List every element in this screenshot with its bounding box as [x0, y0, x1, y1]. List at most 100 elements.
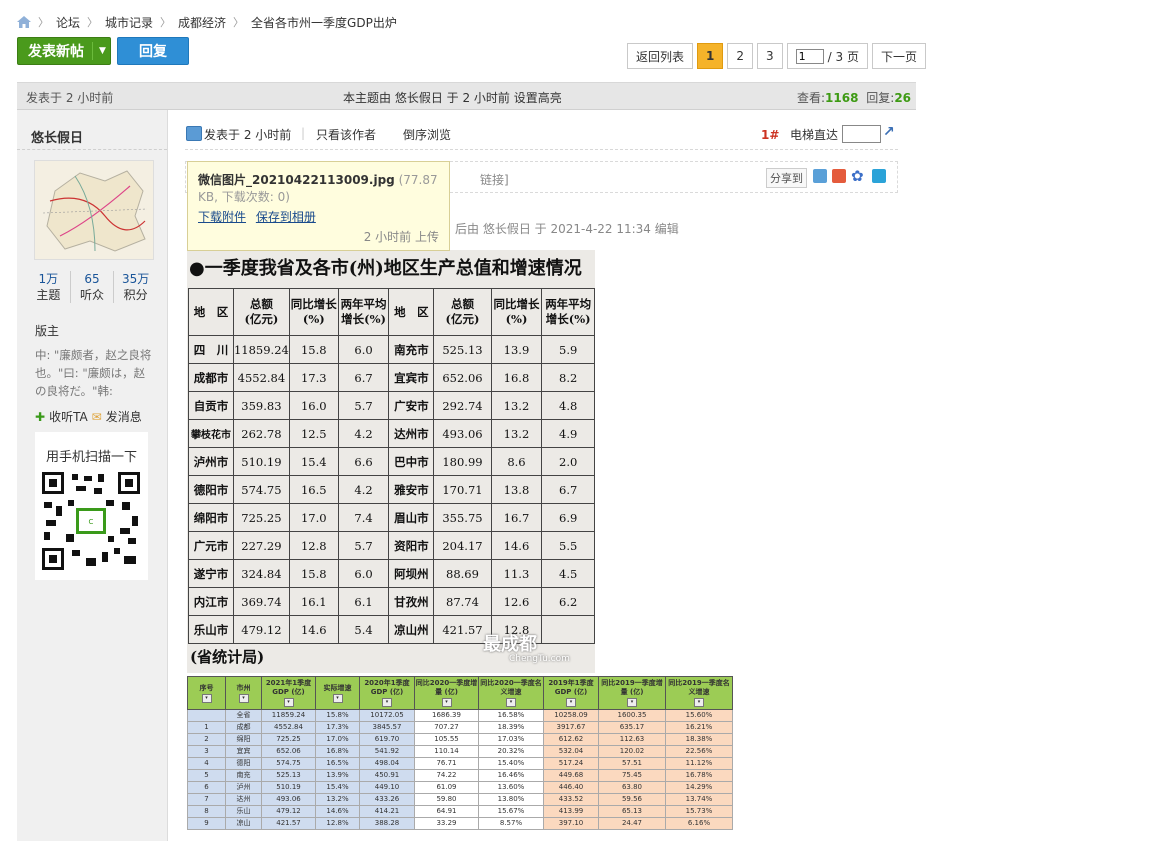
- pagination: 返回列表 1 2 3 / 3 页 下一页: [627, 43, 926, 69]
- photo-table-cell: 8.2: [541, 363, 595, 392]
- excel-cell: 4552.84: [261, 721, 316, 734]
- photo-table-cell: 6.6: [337, 447, 390, 476]
- floor-jump-input[interactable]: [842, 125, 881, 143]
- excel-cell: 1686.39: [414, 709, 479, 722]
- post-toolbar: 发表于 2 小时前 | 只看该作者 倒序浏览 1# 电梯直达 ↗: [185, 124, 898, 150]
- highlight-note: 本主题由 悠长假日 于 2 小时前 设置高亮: [343, 91, 562, 105]
- photo-table-cell: 180.99: [433, 447, 492, 476]
- photo-table-row: 广元市 227.29 12.8 5.7 资阳市 204.17 14.6 5.5: [188, 531, 595, 560]
- avatar[interactable]: [34, 160, 154, 260]
- excel-cell: 17.0%: [315, 733, 360, 746]
- svg-text:C: C: [89, 518, 94, 526]
- views-count: 1168: [825, 91, 859, 105]
- photo-table-cell: 12.5: [288, 419, 339, 448]
- photo-table-cell: 525.13: [433, 335, 492, 364]
- photo-table-header: 两年平均 增长(%): [541, 288, 595, 336]
- excel-gdp-table[interactable]: 序号 ▾ 市州 ▾ 2021年1季度GDP (亿) ▾ 实际增速 ▾ 2020年1季度GDP (…: [187, 676, 746, 841]
- excel-header: 序号 ▾: [187, 676, 226, 710]
- page-total: / 3 页: [827, 49, 859, 64]
- baidu-share-icon[interactable]: ✿: [851, 167, 864, 185]
- page-3-button[interactable]: 3: [757, 43, 783, 69]
- excel-cell: 成都: [225, 721, 262, 734]
- excel-cell: 612.62: [543, 733, 599, 746]
- filter-dropdown-icon[interactable]: ▾: [201, 693, 212, 703]
- follow-link[interactable]: 收听TA: [49, 408, 88, 425]
- excel-cell: 达州: [225, 793, 262, 806]
- excel-row: 6 泸州 510.19 15.4% 449.10 61.09 13.60% 446.40 63.…: [187, 781, 733, 794]
- excel-header-label: 2021年1季度GDP (亿): [265, 679, 312, 696]
- filter-dropdown-icon[interactable]: ▾: [566, 698, 576, 707]
- breadcrumb-chengdu-economy[interactable]: 成都经济: [178, 14, 226, 31]
- excel-cell: 532.04: [543, 745, 599, 758]
- page-2-button[interactable]: 2: [727, 43, 754, 69]
- stat-points[interactable]: 35万 积分: [114, 271, 157, 303]
- filter-dropdown-icon[interactable]: ▾: [283, 698, 294, 707]
- stat-threads[interactable]: 1万 主题: [27, 271, 71, 303]
- send-message-link[interactable]: 发消息: [106, 408, 142, 425]
- page-1-button[interactable]: 1: [697, 43, 724, 69]
- reply-button[interactable]: 回复: [117, 37, 189, 65]
- photo-table-cell: 11859.24: [232, 335, 290, 364]
- next-page-button[interactable]: 下一页: [871, 43, 926, 69]
- chevron-down-icon[interactable]: ▼: [92, 42, 106, 60]
- photo-table-cell: 6.9: [541, 503, 595, 532]
- photo-source: (省统计局): [190, 648, 265, 666]
- qq-share-icon[interactable]: [872, 169, 886, 183]
- photo-table-cell: 324.84: [232, 559, 290, 588]
- breadcrumb-forum[interactable]: 论坛: [56, 14, 80, 31]
- filter-dropdown-icon[interactable]: ▾: [441, 698, 452, 707]
- excel-row: 1 成都 4552.84 17.3% 3845.57 707.27 18.39% 3917.6…: [187, 721, 733, 734]
- breadcrumb-city-records[interactable]: 城市记录: [105, 14, 153, 31]
- photo-table-cell: 雅安市: [388, 475, 435, 504]
- excel-cell: 16.8%: [315, 745, 360, 758]
- photo-table-row: 德阳市 574.75 16.5 4.2 雅安市 170.71 13.8 6.7: [188, 475, 595, 504]
- author-only-link[interactable]: 只看该作者: [316, 126, 376, 143]
- photo-table-cell: 12.8: [288, 531, 339, 560]
- filter-dropdown-icon[interactable]: ▾: [627, 698, 637, 707]
- filter-dropdown-icon[interactable]: ▾: [382, 698, 392, 707]
- excel-cell: 1: [187, 721, 226, 734]
- jump-go-icon[interactable]: ↗: [883, 124, 895, 140]
- home-icon[interactable]: [17, 16, 31, 28]
- save-to-album-link[interactable]: 保存到相册: [256, 210, 316, 224]
- excel-header: 同比2020一季度名义增速 ▾: [478, 676, 544, 710]
- filter-dropdown-icon[interactable]: ▾: [238, 693, 249, 703]
- excel-cell: 707.27: [414, 721, 479, 734]
- excel-cell: 22.56%: [665, 745, 733, 758]
- filter-dropdown-icon[interactable]: ▾: [506, 698, 516, 707]
- image-post-icon: [186, 126, 202, 141]
- download-attachment-link[interactable]: 下载附件: [198, 210, 246, 224]
- excel-row: 4 德阳 574.75 16.5% 498.04 76.71 15.40% 517.24 57.…: [187, 757, 733, 770]
- back-to-list-button[interactable]: 返回列表: [627, 43, 694, 69]
- gdp-table-photo[interactable]: ●一季度我省及各市(州)地区生产总值和增速情况 地 区总额 (亿元) 同比增长 (…: [187, 250, 595, 673]
- excel-header-label: 2020年1季度GDP (亿): [364, 679, 410, 696]
- weibo-share-icon[interactable]: [832, 169, 846, 183]
- photo-table-cell: 广元市: [188, 531, 234, 560]
- excel-cell: 13.2%: [315, 793, 360, 806]
- photo-table-row: 绵阳市 725.25 17.0 7.4 眉山市 355.75 16.7 6.9: [188, 503, 595, 532]
- author-name[interactable]: 悠长假日: [31, 127, 83, 146]
- breadcrumb-thread-title[interactable]: 全省各市州一季度GDP出炉: [251, 14, 397, 31]
- excel-header: 实际增速 ▾: [315, 676, 360, 710]
- qzone-share-icon[interactable]: [813, 169, 827, 183]
- excel-cell: 1600.35: [598, 709, 666, 722]
- excel-cell: 397.10: [543, 817, 599, 830]
- photo-table-cell: 493.06: [433, 419, 492, 448]
- stat-followers[interactable]: 65 听众: [71, 271, 115, 303]
- excel-cell: 15.60%: [665, 709, 733, 722]
- excel-cell: 17.03%: [478, 733, 544, 746]
- new-post-label: 发表新帖: [28, 44, 84, 60]
- filter-dropdown-icon[interactable]: ▾: [694, 698, 704, 707]
- page-jump-input[interactable]: [795, 48, 824, 64]
- excel-cell: [187, 709, 226, 722]
- reverse-order-link[interactable]: 倒序浏览: [403, 126, 451, 143]
- upload-time: 2 小时前 上传: [363, 230, 439, 244]
- views-label: 查看:: [797, 91, 826, 105]
- excel-cell: 64.91: [414, 805, 479, 818]
- new-post-button[interactable]: 发表新帖 ▼: [17, 37, 111, 65]
- filter-dropdown-icon[interactable]: ▾: [332, 693, 343, 703]
- excel-cell: 446.40: [543, 781, 599, 794]
- copy-link-text[interactable]: 链接]: [480, 171, 509, 188]
- excel-row: 全省 11859.24 15.8% 10172.05 1686.39 16.58% 1025…: [187, 709, 733, 722]
- photo-table-cell: 15.8: [288, 559, 339, 588]
